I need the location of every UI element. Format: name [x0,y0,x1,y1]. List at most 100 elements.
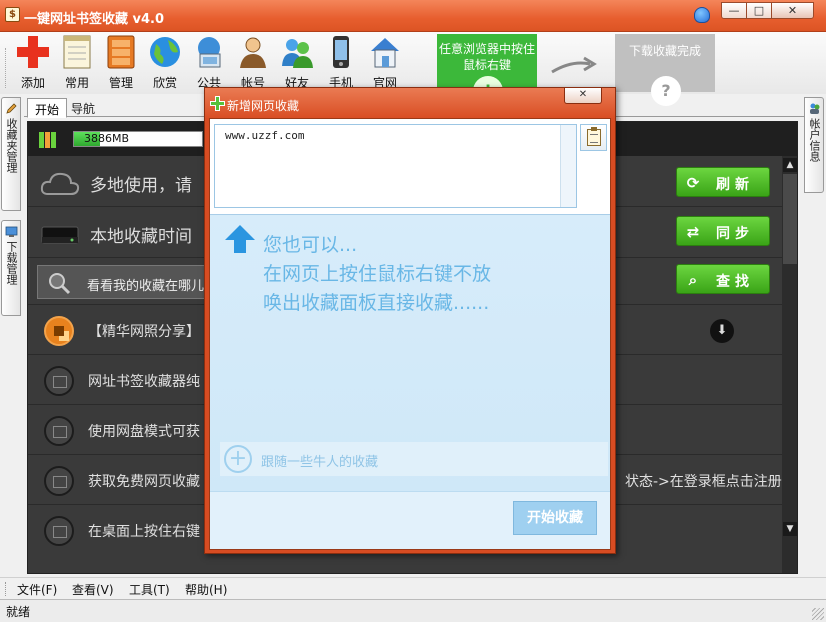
side-tab-account-info[interactable]: 帐户信息 [804,97,824,193]
hint-line: 您也可以... [263,234,358,256]
list-item-text: 使用网盘模式可获 [88,424,200,440]
status-text: 就绪 [6,605,31,619]
search-placeholder: 看看我的收藏在哪儿 [87,279,205,294]
follow-experts-link[interactable]: + 跟随一些牛人的收藏 [220,442,608,476]
tab-navigation[interactable]: 导航 [64,98,102,118]
toolbar-account-button[interactable]: 帐号 [232,34,274,91]
url-area: www.uzzf.com [210,119,610,215]
storage-meter: 3886MB [73,131,203,147]
list-item-text: 在桌面上按住右键 [88,524,200,540]
scroll-down-icon[interactable]: ▼ [783,522,797,536]
side-tab-label: 帐户信息 [808,118,821,162]
right-click-tip: 任意浏览器中按住鼠标右键 ! [437,34,537,106]
home-icon [371,38,399,68]
side-tab-download-manager[interactable]: 下载管理 [1,220,21,316]
menu-bar: 文件(F) 查看(V) 工具(T) 帮助(H) [0,577,826,599]
resize-grip[interactable] [812,608,824,620]
refresh-button[interactable]: ⟳ 刷新 [676,167,770,197]
monitor-icon [5,226,17,237]
hard-drive-icon [41,226,79,244]
menu-grip [5,582,8,596]
menu-tools[interactable]: 工具(T) [129,581,170,598]
list-item-text: 网址书签收藏器纯 [88,374,200,390]
toolbar-browse-button[interactable]: 欣赏 [144,34,186,91]
dialog-title-bar[interactable]: 新增网页收藏 ✕ [205,88,615,118]
dialog-close-button[interactable]: ✕ [564,88,602,104]
menu-file[interactable]: 文件(F) [17,581,57,598]
dialog-title: 新增网页收藏 [227,99,300,113]
download-complete-tip-text: 下载收藏完成 [628,44,701,58]
toolbar-label: 常用 [64,76,89,90]
toolbar-website-button[interactable]: 官网 [364,34,406,91]
refresh-icon: ⟳ [686,174,700,192]
toolbar-add-button[interactable]: 添加 [12,34,54,91]
title-bar: $ 一键网址书签收藏 v4.0 — □ ✕ [0,0,826,32]
right-click-tip-text: 任意浏览器中按住鼠标右键 [438,42,535,72]
toolbar-grip [5,48,8,88]
refresh-button-label: 刷新 [716,177,754,193]
add-circle-icon: + [224,445,252,473]
photo-icon [44,366,74,396]
arrow-up-icon [225,225,255,253]
notepad-icon [63,35,91,69]
local-bookmark-text: 本地收藏时间 [90,227,192,247]
menu-help[interactable]: 帮助(H) [185,581,227,598]
list-item-text-continued: 状态->在登录框点击注册新 [625,474,796,490]
scroll-thumb[interactable] [783,174,797,264]
friends-icon [282,39,313,68]
minimize-button[interactable]: — [721,2,747,19]
hint-line: 在网页上按住鼠标右键不放 [263,263,492,285]
cloud-sync-text: 多地使用，请 [90,176,192,196]
close-button[interactable]: ✕ [771,2,814,19]
expand-down-icon[interactable]: ⬇ [710,319,734,343]
menu-view[interactable]: 查看(V) [72,581,114,598]
storage-size: 3886MB [84,132,130,145]
tab-start[interactable]: 开始 [27,98,68,118]
user-icon [240,37,266,68]
paste-button[interactable] [580,124,607,151]
vertical-scrollbar[interactable]: ▲ ▼ [782,156,797,573]
skin-icon[interactable] [694,7,710,23]
add-icon [17,36,49,68]
users-icon [809,103,819,114]
add-bookmark-dialog: 新增网页收藏 ✕ www.uzzf.com 您也可以... 在网页上按住鼠标右键… [204,87,616,554]
bookmark-search-input[interactable]: 看看我的收藏在哪儿 [37,265,207,299]
find-button[interactable]: ⌕ 查找 [676,264,770,294]
arrow-right-icon [551,56,597,74]
toolbar-mobile-button[interactable]: 手机 [320,34,362,91]
toolbar-label: 添加 [20,76,45,90]
hint-line: 唤出收藏面板直接收藏...... [263,292,490,314]
sync-button-label: 同步 [716,226,754,242]
toolbar-friends-button[interactable]: 好友 [276,34,318,91]
toolbar-public-button[interactable]: 公共 [188,34,230,91]
url-textarea[interactable]: www.uzzf.com [214,124,577,208]
cloud-icon [40,172,80,195]
sync-icon: ⇄ [686,223,700,241]
phone-icon [333,36,349,68]
side-tab-label: 收藏夹管理 [5,118,18,173]
photo-icon [44,466,74,496]
window-title: 一键网址书签收藏 v4.0 [24,12,165,27]
scroll-up-icon[interactable]: ▲ [783,158,797,172]
status-bar: 就绪 [0,599,826,622]
dialog-body: www.uzzf.com 您也可以... 在网页上按住鼠标右键不放 唤出收藏面板… [209,118,611,550]
pencil-icon [5,103,17,114]
photo-icon [44,516,74,546]
maximize-button[interactable]: □ [746,2,772,19]
clipboard-icon [587,127,601,146]
side-tab-label: 下载管理 [5,241,18,285]
photo-icon [44,416,74,446]
hint-area: 您也可以... 在网页上按住鼠标右键不放 唤出收藏面板直接收藏...... + … [210,216,610,491]
side-tab-bookmark-manager[interactable]: 收藏夹管理 [1,97,21,211]
toolbar-manage-button[interactable]: 管理 [100,34,142,91]
list-item-text: 获取免费网页收藏 [88,474,200,490]
app-logo-icon: $ [5,7,20,22]
toolbar-common-button[interactable]: 常用 [56,34,98,91]
plus-icon [210,96,225,111]
find-button-label: 查找 [716,274,754,290]
toolbar-label: 管理 [108,76,133,90]
url-value: www.uzzf.com [225,129,305,142]
url-scrollbar[interactable] [560,125,576,207]
sync-button[interactable]: ⇄ 同步 [676,216,770,246]
start-bookmark-button[interactable]: 开始收藏 [513,501,597,535]
